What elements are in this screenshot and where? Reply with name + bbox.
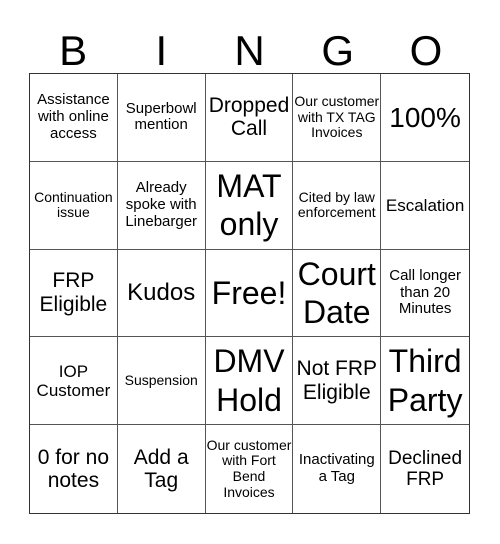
- bingo-grid: Assistance with online access Superbowl …: [29, 73, 470, 514]
- bingo-cell[interactable]: Dropped Call: [205, 74, 294, 162]
- bingo-cell[interactable]: Third Party: [381, 337, 469, 426]
- header-letter-o: O: [409, 27, 443, 74]
- bingo-cell[interactable]: DMV Hold: [205, 337, 294, 426]
- bingo-cell[interactable]: Call longer than 20 Minutes: [381, 250, 469, 338]
- bingo-cell[interactable]: Suspension: [117, 337, 206, 426]
- bingo-cell[interactable]: FRP Eligible: [30, 249, 118, 338]
- bingo-cell[interactable]: Our customer with Fort Bend Invoices: [206, 425, 294, 513]
- bingo-cell[interactable]: Superbowl mention: [117, 74, 206, 162]
- header-letter-n: N: [234, 27, 265, 74]
- bingo-cell[interactable]: Kudos: [117, 249, 206, 338]
- bingo-cell[interactable]: Assistance with online access: [30, 74, 118, 162]
- bingo-cell[interactable]: Already spoke with Linebarger: [117, 161, 206, 250]
- free-space-cell[interactable]: Free!: [205, 249, 294, 338]
- bingo-cell[interactable]: IOP Customer: [30, 337, 118, 426]
- bingo-cell[interactable]: Continuation issue: [30, 161, 118, 250]
- bingo-cell[interactable]: Declined FRP: [381, 425, 469, 513]
- bingo-cell[interactable]: Add a Tag: [118, 425, 206, 513]
- header-letter-i: I: [155, 27, 168, 74]
- bingo-cell[interactable]: MAT only: [205, 161, 294, 250]
- bingo-cell[interactable]: Inactivating a Tag: [293, 425, 382, 513]
- bingo-cell[interactable]: Escalation: [381, 162, 469, 250]
- header-letter-g: G: [321, 27, 355, 74]
- bingo-cell[interactable]: 100%: [381, 74, 469, 162]
- bingo-cell[interactable]: Not FRP Eligible: [293, 337, 382, 426]
- bingo-header: B I N G O: [29, 28, 470, 73]
- bingo-cell[interactable]: 0 for no notes: [30, 425, 118, 513]
- bingo-cell[interactable]: Cited by law enforcement: [293, 161, 382, 250]
- bingo-cell[interactable]: Our customer with TX TAG Invoices: [293, 74, 382, 162]
- bingo-cell[interactable]: Court Date: [293, 249, 382, 338]
- header-letter-b: B: [59, 27, 88, 74]
